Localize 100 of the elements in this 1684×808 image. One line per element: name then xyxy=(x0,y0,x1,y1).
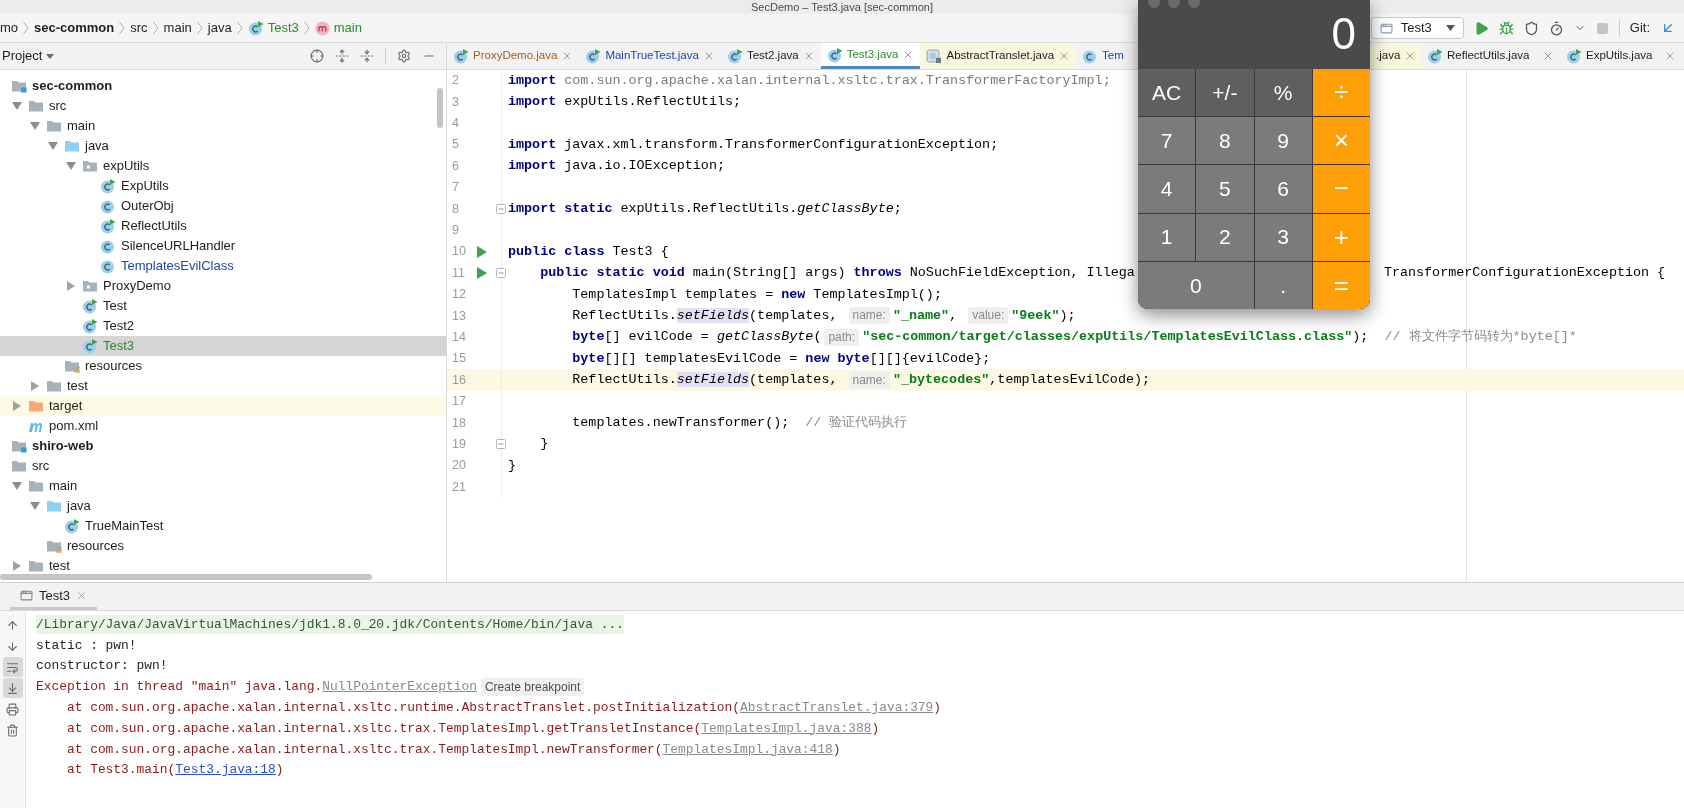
calculator-key[interactable]: % xyxy=(1254,69,1312,117)
code-text: TemplatesImpl templates = new TemplatesImpl(); xyxy=(571,285,942,304)
code-text: byte[][] templatesEvilCode = new byte[][]{evilCode}; xyxy=(571,349,991,368)
line-number: 5 xyxy=(451,136,460,154)
tree-item-label: Test2 xyxy=(103,317,135,336)
tree-item[interactable]: pom.xml xyxy=(0,416,446,436)
tab-label: Tem xyxy=(1102,48,1124,64)
tab-label: ExpUtils.java xyxy=(1586,48,1653,64)
editor-tab[interactable]: Test2.java xyxy=(720,43,821,69)
stack-trace-link[interactable]: Test3.java:18 xyxy=(175,762,276,778)
code-text: import java.io.IOException; xyxy=(508,157,725,176)
tree-item[interactable]: ReflectUtils xyxy=(0,216,446,236)
tab-label: AbstractTranslet.java xyxy=(946,48,1055,64)
console-line: static : pwn! xyxy=(36,636,137,655)
tree-item[interactable]: test xyxy=(0,556,446,576)
tree-item-label: resources xyxy=(85,357,143,376)
tree-item[interactable]: Test2 xyxy=(0,316,446,336)
breadcrumb-item[interactable]: src xyxy=(130,18,148,38)
tree-item[interactable]: sec-common xyxy=(0,76,446,96)
tree-item[interactable]: SilenceURLHandler xyxy=(0,236,446,256)
tree-item[interactable]: resources xyxy=(0,356,446,376)
stack-trace-link[interactable]: AbstractTranslet.java:379 xyxy=(739,699,934,715)
breadcrumb-item[interactable]: main xyxy=(163,18,192,38)
tree-item-label: ExpUtils xyxy=(121,177,169,196)
tab-label: MainTrueTest.java xyxy=(605,48,699,64)
tree-item[interactable]: resources xyxy=(0,536,446,556)
editor-tab[interactable]: MainTrueTest.java xyxy=(579,43,721,69)
tree-item-label: test xyxy=(49,557,70,576)
tab-label: .java xyxy=(1376,48,1401,64)
stack-trace-link[interactable]: NullPointerException xyxy=(322,679,477,695)
tree-item[interactable]: test xyxy=(0,376,446,396)
editor-tab[interactable]: ProxyDemo.java xyxy=(447,43,580,69)
code-text: import javax.xml.transform.TransformerConfigurationException; xyxy=(508,135,999,154)
console-line: Exception in thread "main" java.lang.NullPointerException xyxy=(36,678,477,697)
line-number: 19 xyxy=(451,435,467,453)
run-configuration-dropdown[interactable]: Test3 xyxy=(1370,17,1464,39)
tree-item[interactable]: Test xyxy=(0,296,446,316)
create-breakpoint-hint[interactable]: Create breakpoint xyxy=(480,677,585,696)
tree-item[interactable]: expUtils xyxy=(0,156,446,176)
editor-tab[interactable]: AbstractTranslet.java xyxy=(920,43,1077,69)
calculator-key[interactable]: +/- xyxy=(1196,69,1254,117)
code-text: "_name", xyxy=(892,306,959,325)
breadcrumb-item[interactable]: java xyxy=(207,18,232,38)
calculator-key[interactable]: . xyxy=(1254,261,1312,309)
editor-tab[interactable]: .java xyxy=(1370,43,1421,69)
line-number: 21 xyxy=(451,478,467,496)
calculator-key[interactable]: 1 xyxy=(1138,213,1196,261)
calculator-key[interactable]: 9 xyxy=(1254,117,1312,165)
console-line: at com.sun.org.apache.xalan.internal.xsltc.runtime.AbstractTranslet.postInitialization(AbstractTranslet.java:379) xyxy=(65,698,942,717)
calculator-key[interactable]: 5 xyxy=(1196,165,1254,213)
console-line: at com.sun.org.apache.xalan.internal.xsltc.trax.TemplatesImpl.newTransformer(TemplatesImpl.java:418) xyxy=(65,740,841,759)
calculator-key[interactable]: 6 xyxy=(1254,165,1312,213)
tree-item[interactable]: main xyxy=(0,476,446,496)
line-number: 18 xyxy=(451,414,467,432)
tree-item[interactable]: ProxyDemo xyxy=(0,276,446,296)
stack-trace-link[interactable]: TemplatesImpl.java:388 xyxy=(701,720,872,736)
console-line: at com.sun.org.apache.xalan.internal.xsltc.trax.TemplatesImpl.getTransletInstance(TemplatesImpl.java:388) xyxy=(65,719,880,738)
editor-tab[interactable]: ReflectUtils.java xyxy=(1421,43,1560,69)
breadcrumb-item[interactable]: main xyxy=(314,18,362,38)
code-text: } xyxy=(539,435,549,454)
line-number: 8 xyxy=(451,200,460,218)
code-text: "sec-common/target/classes/expUtils/TemplatesEvilClass.class"); // 将文件字节码转为*byte[]* xyxy=(862,328,1577,347)
line-number: 7 xyxy=(451,179,460,197)
editor-tab[interactable]: ExpUtils.java xyxy=(1560,43,1682,69)
calculator-key[interactable]: 4 xyxy=(1138,165,1196,213)
tree-item[interactable]: OuterObj xyxy=(0,196,446,216)
line-number: 3 xyxy=(451,93,460,111)
tree-item[interactable]: target xyxy=(0,396,446,416)
breadcrumb-item[interactable]: sec-common xyxy=(34,18,115,38)
breadcrumb-item[interactable]: Test3 xyxy=(247,18,299,38)
editor-tab[interactable]: Test3.java xyxy=(820,43,921,69)
calculator-key[interactable]: 0 xyxy=(1138,261,1254,309)
line-number: 13 xyxy=(451,307,467,325)
code-text: public class Test3 { xyxy=(508,242,669,261)
tree-item[interactable]: src xyxy=(0,456,446,476)
calculator-key[interactable]: 8 xyxy=(1196,117,1254,165)
line-number: 11 xyxy=(451,264,466,282)
tree-item[interactable]: shiro-web xyxy=(0,436,446,456)
editor-tab[interactable]: Tem xyxy=(1076,43,1138,69)
line-number: 14 xyxy=(451,329,467,346)
code-text: import static expUtils.ReflectUtils.getClassByte; xyxy=(508,200,902,218)
tree-item[interactable]: java xyxy=(0,136,446,156)
calculator-key[interactable]: 2 xyxy=(1196,213,1254,261)
calculator-key[interactable]: 7 xyxy=(1138,117,1196,165)
line-number: 2 xyxy=(451,72,460,90)
calculator-key[interactable]: 3 xyxy=(1254,213,1312,261)
breadcrumb-item[interactable]: mo xyxy=(0,18,19,38)
tree-item[interactable]: java xyxy=(0,496,446,516)
tree-item[interactable]: main xyxy=(0,116,446,136)
tree-item[interactable]: TemplatesEvilClass xyxy=(0,256,446,276)
calculator-key[interactable]: AC xyxy=(1138,69,1196,117)
code-text: "_bytecodes",templatesEvilCode); xyxy=(892,371,1151,390)
parameter-hint: name: xyxy=(848,307,890,325)
project-view-dropdown[interactable]: Project xyxy=(0,46,55,66)
tree-item[interactable]: TrueMainTest xyxy=(0,516,446,536)
tree-item[interactable]: src xyxy=(0,96,446,116)
tree-item-label: resources xyxy=(67,537,125,556)
line-number: 9 xyxy=(451,222,460,240)
tab-label: ProxyDemo.java xyxy=(473,48,558,64)
tree-item[interactable]: ExpUtils xyxy=(0,176,446,196)
